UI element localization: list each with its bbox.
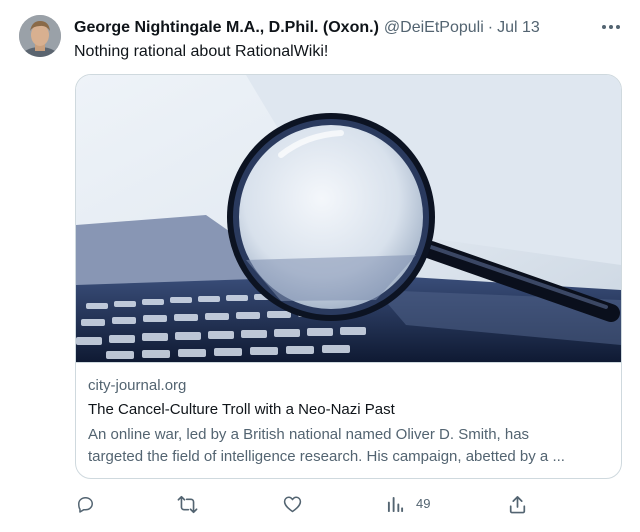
heart-icon (283, 496, 302, 513)
share-button[interactable] (509, 492, 526, 516)
views-count: 49 (416, 496, 431, 511)
author-display-name[interactable]: George Nightingale M.A., D.Phil. (Oxon.) (74, 19, 379, 36)
tweet-actions: 49 (0, 492, 640, 516)
card-title[interactable]: The Cancel-Culture Troll with a Neo-Nazi… (88, 400, 395, 420)
reply-icon (78, 496, 93, 513)
card-image[interactable] (76, 75, 621, 362)
avatar[interactable] (19, 15, 61, 57)
card-divider (76, 362, 621, 363)
more-dots-icon (602, 25, 620, 29)
link-card[interactable]: city-journal.org The Cancel-Culture Trol… (75, 74, 622, 479)
card-description-line-1: An online war, led by a British national… (88, 426, 530, 443)
separator-dot: · (487, 19, 494, 36)
avatar-photo (19, 15, 61, 57)
card-domain: city-journal.org (88, 377, 187, 394)
card-description: An online war, led by a British national… (88, 424, 616, 468)
more-options-button[interactable] (598, 16, 624, 38)
magnifier-keyboard-image (76, 75, 621, 362)
reply-button[interactable] (76, 492, 95, 516)
views-button[interactable]: 49 (387, 492, 430, 516)
tweet-text: Nothing rational about RationalWiki! (74, 43, 329, 60)
tweet-date[interactable]: Jul 13 (497, 19, 540, 36)
analytics-icon (387, 496, 404, 512)
retweet-icon (177, 495, 198, 513)
like-button[interactable] (283, 492, 302, 516)
retweet-button[interactable] (177, 492, 198, 516)
author-handle[interactable]: @DeiEtPopuli (384, 19, 484, 36)
tweet-header: George Nightingale M.A., D.Phil. (Oxon.)… (74, 17, 540, 39)
share-icon (509, 495, 526, 513)
card-description-line-2: targeted the field of intelligence resea… (88, 448, 565, 465)
tweet: George Nightingale M.A., D.Phil. (Oxon.)… (0, 0, 640, 532)
